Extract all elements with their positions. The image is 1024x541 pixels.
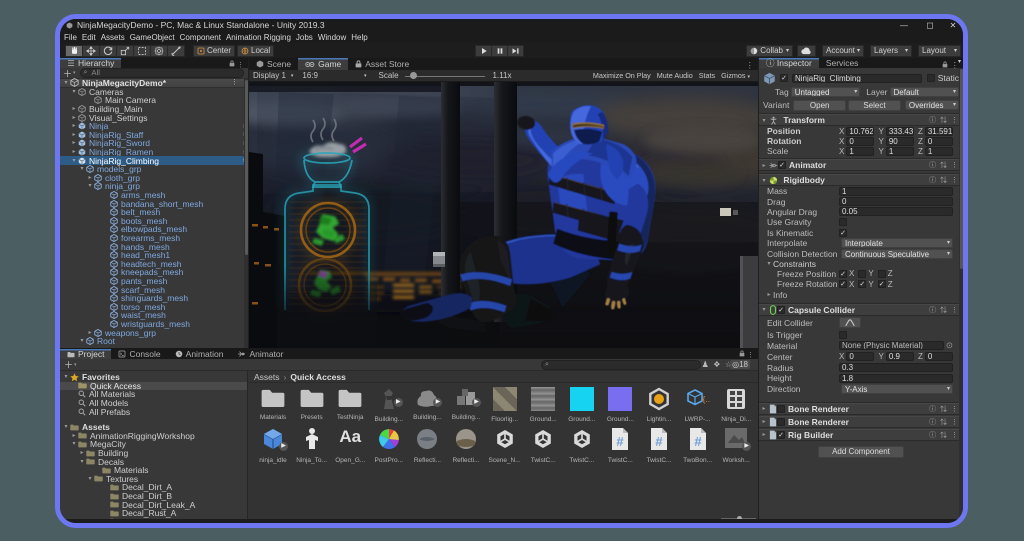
svg-text:{..}: {..} (702, 394, 710, 404)
svg-text:#: # (655, 434, 663, 449)
svg-text:#: # (694, 434, 702, 449)
svg-text:#: # (617, 434, 625, 449)
